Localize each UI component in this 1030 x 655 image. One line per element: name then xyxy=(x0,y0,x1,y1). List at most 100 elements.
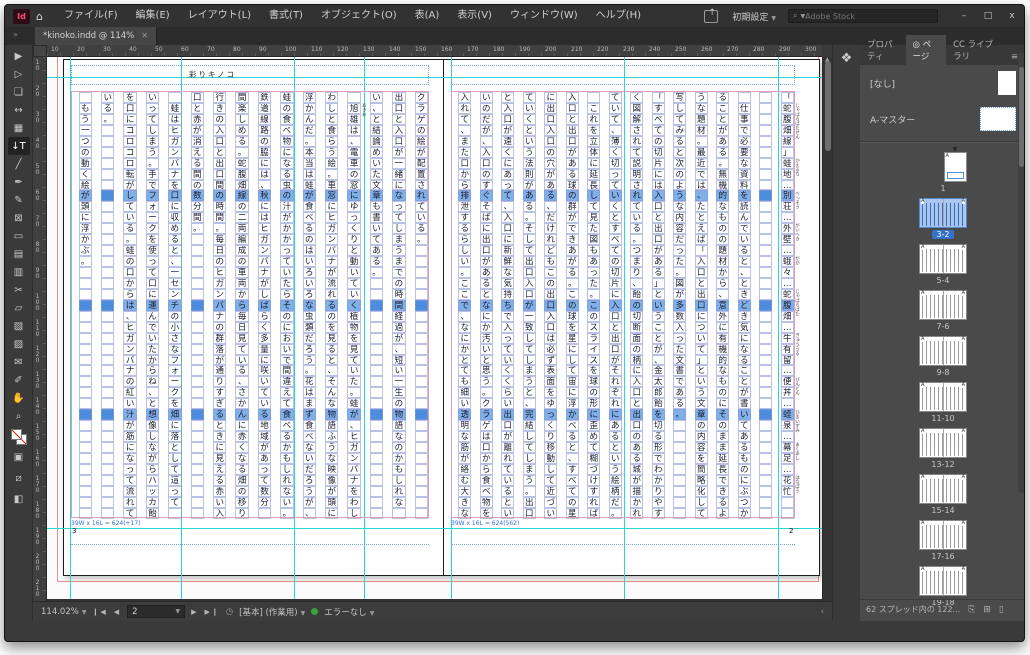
gradient-tool[interactable]: ▧ xyxy=(8,317,30,335)
panel-tab-CC ライブラリ[interactable]: CC ライブラリ xyxy=(946,35,1003,65)
footer-text-frame[interactable] xyxy=(71,544,429,545)
last-page-button[interactable]: ▶❙ xyxy=(204,608,219,616)
first-page-button[interactable]: ❙◀ xyxy=(92,608,107,616)
hand-tool[interactable]: ✋ xyxy=(8,389,30,407)
spread-thumbnail-image[interactable]: AA xyxy=(919,520,967,550)
free-transform-tool[interactable]: ▱ xyxy=(8,299,30,317)
menu-表示[interactable]: 表示(V) xyxy=(448,5,501,27)
spread-thumbnail-7-6[interactable]: AA7-6 xyxy=(919,290,967,331)
header-text-frame[interactable] xyxy=(451,65,795,85)
spread-thumbnail-image[interactable]: AA xyxy=(919,244,967,274)
fill-stroke-swatches[interactable] xyxy=(11,429,27,445)
menu-書式[interactable]: 書式(T) xyxy=(260,5,312,27)
canvas-vertical-scrollbar[interactable]: ▲ ▼ xyxy=(822,57,832,609)
spread-thumbnail-9-8[interactable]: AA9-8 xyxy=(919,336,967,377)
stock-search-box[interactable]: ⌕▼ xyxy=(788,9,938,23)
note-tool[interactable]: ✉ xyxy=(8,353,30,371)
tab-close-icon[interactable]: ✕ xyxy=(141,27,148,45)
frame-tool[interactable]: ⊠ xyxy=(8,209,30,227)
spread-thumbnail-17-16[interactable]: AA17-16 xyxy=(919,520,967,561)
spread-thumbnail-image[interactable]: AA xyxy=(919,566,967,596)
spread-thumbnail-image[interactable]: AA xyxy=(919,382,967,412)
vertical-type-tool[interactable]: ↓T xyxy=(8,137,30,155)
delete-page-icon[interactable]: ▯ xyxy=(999,605,1004,615)
gap-tool[interactable]: ↔ xyxy=(8,101,30,119)
preview-mode-button[interactable]: ◧ xyxy=(8,490,30,508)
gradient-feather-tool[interactable]: ▨ xyxy=(8,335,30,353)
workspace-switcher[interactable]: 初期設定▼ xyxy=(732,10,776,23)
spread-thumbnail-13-12[interactable]: AA13-12 xyxy=(919,428,967,469)
share-icon[interactable] xyxy=(704,10,718,23)
vertical-ruler[interactable]: 1020304050607080901001101201301401501601… xyxy=(33,57,47,621)
menu-オブジェクト[interactable]: オブジェクト(O) xyxy=(312,5,406,27)
header-text-frame[interactable] xyxy=(71,65,429,85)
home-icon[interactable]: ⌂ xyxy=(36,10,43,23)
page-thumbnail[interactable]: A xyxy=(944,152,967,182)
spread-thumbnail-1[interactable]: ▼A1 xyxy=(920,147,967,193)
panel-collapse-icon[interactable]: » xyxy=(5,27,35,45)
scrollbar-thumb[interactable] xyxy=(825,61,831,151)
pen-tool[interactable]: ✒ xyxy=(8,173,30,191)
content-collector-tool[interactable]: ▦ xyxy=(8,119,30,137)
spread-thumbnail-11-10[interactable]: AA11-10 xyxy=(919,382,967,423)
formatting-affects-container-button[interactable]: ▣ xyxy=(8,448,30,466)
document-tab[interactable]: *kinoko.indd @ 114% ✕ xyxy=(35,27,157,45)
eyedropper-tool[interactable]: ✐ xyxy=(8,371,30,389)
status-expand-icon[interactable]: ‹ xyxy=(821,607,824,617)
pencil-tool[interactable]: ✎ xyxy=(8,191,30,209)
prev-page-button[interactable]: ◀ xyxy=(114,608,121,616)
zoom-level-dropdown[interactable]: 114.02%▼ xyxy=(41,607,86,617)
spread-thumbnail-3-2[interactable]: AA3-2 xyxy=(919,198,967,239)
apply-none-button[interactable]: ⧄ xyxy=(8,469,30,487)
spread-thumbnail-15-14[interactable]: AA15-14 xyxy=(919,474,967,515)
layers-panel-icon[interactable]: ❖ xyxy=(841,51,853,66)
menu-レイアウト[interactable]: レイアウト(L) xyxy=(179,5,260,27)
preflight-dropdown[interactable]: エラーなし▼ xyxy=(324,606,374,618)
frame-grid-page-3[interactable]: クラゲの絵が配置されている。出口と入口が一緒になってしまうまでの時間経過が、短い… xyxy=(71,91,429,518)
master-none-row[interactable]: [なし] xyxy=(860,65,1025,101)
close-button[interactable]: x xyxy=(1000,5,1024,27)
line-tool[interactable]: ╱ xyxy=(8,155,30,173)
master-none-thumbnail[interactable] xyxy=(998,71,1016,95)
rectangle-tool[interactable]: ▭ xyxy=(8,227,30,245)
master-a-row[interactable]: A-マスター xyxy=(860,101,1025,137)
page-tool[interactable]: ❏ xyxy=(8,83,30,101)
menu-表[interactable]: 表(A) xyxy=(406,5,449,27)
preflight-menu-icon[interactable]: ◷ xyxy=(226,607,233,617)
page-number-field[interactable]: 2 ▼ xyxy=(127,605,185,618)
footer-text-frame[interactable] xyxy=(451,544,795,545)
horizontal-grid-tool[interactable]: ▤ xyxy=(8,245,30,263)
search-input[interactable] xyxy=(805,12,915,21)
scrollbar-thumb[interactable] xyxy=(1019,67,1024,167)
next-page-button[interactable]: ▶ xyxy=(191,608,198,616)
ruler-origin-corner[interactable] xyxy=(33,45,47,57)
ruler-guide-horizontal[interactable] xyxy=(47,528,822,529)
panel-tab-プロパティ[interactable]: プロパティ xyxy=(860,35,906,65)
menu-ヘルプ[interactable]: ヘルプ(H) xyxy=(587,5,650,27)
zoom-tool[interactable]: ⌕ xyxy=(8,407,30,425)
menu-ファイル[interactable]: ファイル(F) xyxy=(55,5,127,27)
spread-thumbnail-image[interactable]: AA xyxy=(919,474,967,504)
direct-selection-tool[interactable]: ▷ xyxy=(8,65,30,83)
panel-tab-ページ[interactable]: ◎ ページ xyxy=(906,35,947,65)
horizontal-ruler[interactable]: 1020304050607080901001101201301401501601… xyxy=(47,45,822,57)
menu-編集[interactable]: 編集(E) xyxy=(127,5,179,27)
workspace-profile-dropdown[interactable]: [基本] (作業用)▼ xyxy=(239,606,305,618)
edit-page-size-icon[interactable]: ⎘ xyxy=(968,605,975,615)
panel-scrollbar[interactable] xyxy=(1018,53,1025,493)
frame-grid-page-2[interactable]: 「蛇腹畑線」蛙地…別荘…外壁…蛾々…蛇腹畑…牛有留…便丼…蛭泉…幕足…花忙仕事で… xyxy=(451,91,795,518)
selection-tool[interactable]: ▶ xyxy=(8,47,30,65)
spread-thumbnail-image[interactable]: AA xyxy=(919,290,967,320)
minimize-button[interactable]: – xyxy=(952,5,976,27)
spread-thumbnail-5-4[interactable]: AA5-4 xyxy=(919,244,967,285)
vertical-grid-tool[interactable]: ▥ xyxy=(8,263,30,281)
document-canvas[interactable]: 彩りキノコクラゲの絵が配置されている。出口と入口が一緒になってしまうまでの時間経… xyxy=(47,57,822,609)
menu-ウィンドウ[interactable]: ウィンドウ(W) xyxy=(501,5,587,27)
spread-thumbnail-image[interactable]: AA xyxy=(919,336,967,366)
master-a-thumbnail[interactable] xyxy=(980,107,1016,131)
spread-thumbnail-image[interactable]: AA xyxy=(919,198,967,228)
maximize-button[interactable]: □ xyxy=(976,5,1000,27)
new-spread-icon[interactable]: ⊞ xyxy=(983,605,991,615)
spread-thumbnail-image[interactable]: AA xyxy=(919,428,967,458)
scissors-tool[interactable]: ✂ xyxy=(8,281,30,299)
